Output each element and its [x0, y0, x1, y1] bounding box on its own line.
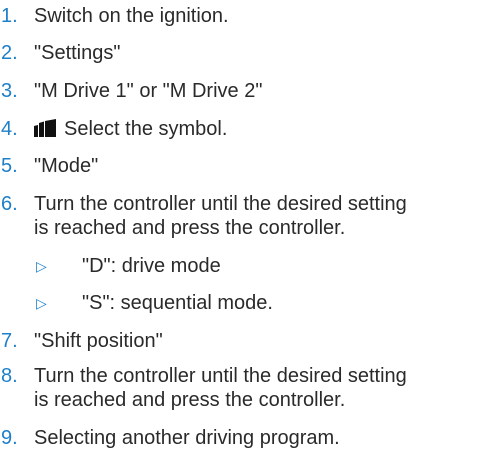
step-number: 8.	[1, 365, 18, 387]
step-number: 2.	[1, 42, 18, 64]
step-text: "M Drive 1" or "M Drive 2"	[34, 80, 263, 102]
step-number: 7.	[1, 330, 18, 352]
step-number: 9.	[1, 427, 18, 449]
step-number: 3.	[1, 80, 18, 102]
step-text: "Settings"	[34, 42, 121, 64]
step-text: Select the symbol.	[64, 118, 228, 140]
step-number: 6.	[1, 193, 18, 215]
triangle-marker-icon: ▷	[36, 295, 47, 311]
step-text-line-2: is reached and press the controller.	[34, 389, 346, 411]
step-text: "Shift position"	[34, 330, 163, 352]
step-text: Selecting another driving program.	[34, 427, 340, 449]
step-text-with-icon: Select the symbol.	[34, 116, 227, 142]
step-number: 1.	[1, 5, 18, 27]
instruction-list: 1. Switch on the ignition. 2. "Settings"…	[0, 0, 488, 463]
step-text: "Mode"	[34, 155, 99, 177]
step-number: 4.	[1, 118, 18, 140]
triangle-marker-icon: ▷	[36, 258, 47, 274]
substep-text: "D": drive mode	[82, 255, 221, 277]
step-text: Turn the controller until the desired se…	[34, 193, 407, 215]
step-text-line-2: is reached and press the controller.	[34, 217, 346, 239]
drive-program-icon	[34, 119, 56, 137]
substep-text: "S": sequential mode.	[82, 292, 273, 314]
step-text: Turn the controller until the desired se…	[34, 365, 407, 387]
step-number: 5.	[1, 155, 18, 177]
step-text: Switch on the ignition.	[34, 5, 229, 27]
